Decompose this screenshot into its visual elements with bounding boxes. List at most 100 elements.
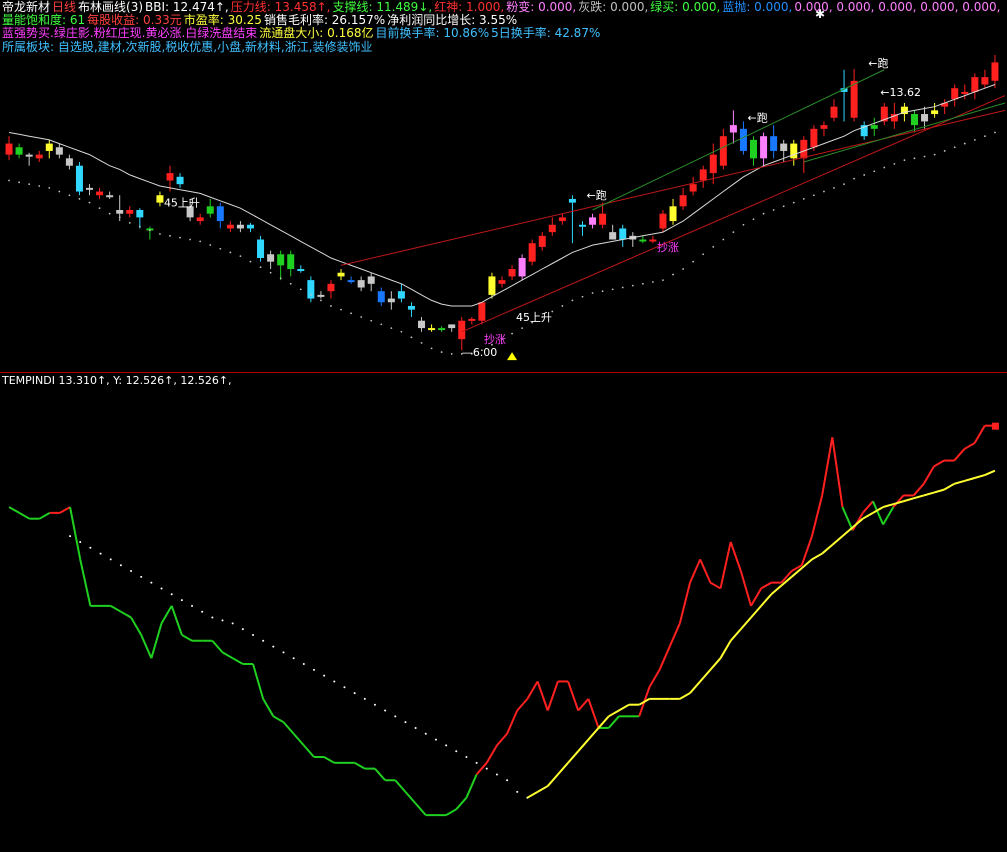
header-field: BBI: 12.474↑, bbox=[145, 0, 229, 14]
indicator-segment bbox=[404, 791, 417, 805]
candle-body bbox=[5, 143, 13, 155]
indicator-segment bbox=[587, 698, 600, 729]
candle-body bbox=[739, 128, 747, 151]
band-dot bbox=[320, 299, 322, 302]
header-field: 支撑线: 11.489↓, bbox=[332, 0, 433, 14]
y-line-segment bbox=[882, 503, 894, 509]
candle-body bbox=[850, 80, 858, 118]
header-field: 蓝抛: 0.000, bbox=[722, 0, 793, 14]
indicator-segment bbox=[394, 779, 407, 793]
header-field: 灰跌: 0.000, bbox=[578, 0, 649, 14]
candle-body bbox=[206, 206, 214, 214]
band-dot bbox=[933, 153, 936, 156]
band-dot bbox=[410, 336, 413, 339]
band-dot bbox=[953, 146, 956, 149]
y-line-dot bbox=[69, 535, 72, 538]
y-line-segment bbox=[974, 474, 986, 479]
y-line-dot bbox=[373, 703, 376, 706]
indicator-segment bbox=[414, 802, 427, 816]
y-line-dot bbox=[445, 744, 448, 747]
indicator-segment bbox=[374, 767, 386, 781]
header-row-3: 蓝强势买.绿庄影.粉红庄现.黄必涨.白绿洗盘结束 流通盘大小: 0.168亿 目前换… bbox=[2, 26, 602, 40]
run-label: ←跑 bbox=[868, 56, 888, 70]
candle-body bbox=[931, 110, 939, 115]
indicator-segment bbox=[292, 733, 305, 747]
band-dot bbox=[652, 281, 654, 283]
band-dot bbox=[631, 284, 634, 287]
y-line-segment bbox=[943, 482, 955, 491]
band-dot bbox=[239, 255, 242, 258]
candle-body bbox=[951, 88, 959, 100]
band-dot bbox=[249, 260, 252, 263]
candle-body bbox=[921, 114, 929, 122]
candle-body bbox=[15, 147, 23, 155]
y-line-segment bbox=[953, 479, 965, 485]
indicator-segment bbox=[709, 581, 722, 590]
candle-body bbox=[498, 280, 506, 284]
candle-body bbox=[267, 254, 275, 262]
candle-body bbox=[578, 224, 586, 227]
y-line-segment bbox=[811, 552, 823, 561]
band-dot bbox=[340, 308, 342, 311]
candle-body bbox=[478, 302, 486, 321]
y-line-dot bbox=[140, 575, 143, 578]
indicator-segment bbox=[668, 622, 681, 647]
candle-body bbox=[619, 228, 627, 240]
band-dot bbox=[662, 279, 664, 282]
indicator-segment bbox=[851, 512, 864, 531]
indicator-segment bbox=[496, 733, 508, 747]
band-dot bbox=[752, 218, 755, 221]
indicator-segment bbox=[69, 506, 82, 560]
indicator-segment bbox=[699, 558, 712, 584]
band-dot bbox=[450, 353, 453, 355]
indicator-segment bbox=[862, 500, 874, 514]
candle-body bbox=[55, 147, 63, 155]
candle-body bbox=[25, 154, 33, 157]
y-line-dot bbox=[465, 756, 468, 758]
indicator-segment bbox=[120, 610, 132, 619]
candle-body bbox=[599, 213, 607, 225]
band-dot bbox=[98, 207, 101, 210]
rise-label: 45上升 bbox=[164, 197, 200, 210]
y-line-segment bbox=[893, 500, 904, 506]
band-dot bbox=[360, 316, 363, 318]
y-line-segment bbox=[689, 680, 701, 694]
candle-body bbox=[709, 154, 717, 174]
band-dot bbox=[400, 330, 403, 333]
indicator-segment bbox=[262, 698, 275, 717]
y-line-dot bbox=[434, 738, 437, 741]
band-dot bbox=[833, 186, 835, 189]
band-dot bbox=[229, 251, 232, 254]
candle-body bbox=[307, 280, 315, 299]
y-line-segment bbox=[557, 762, 569, 776]
y-line-dot bbox=[282, 651, 285, 654]
indicator-segment bbox=[475, 762, 488, 776]
band-dot bbox=[742, 223, 745, 226]
y-line-dot bbox=[414, 726, 417, 729]
header-row-2: 量能饱和度: 61 每股收益: 0.33元 市盈率: 30.25 销售毛利率: 26.… bbox=[2, 13, 519, 27]
header-field: 布林画线(3) bbox=[78, 0, 144, 14]
header-field: 净利润同比增长: 3.55% bbox=[387, 13, 518, 27]
y-line-segment bbox=[699, 669, 712, 683]
header-field: 红神: 1.000, bbox=[434, 0, 505, 14]
band-dot bbox=[712, 246, 715, 248]
candle-body bbox=[719, 136, 727, 166]
indicator-segment bbox=[963, 442, 976, 450]
gap-label: 抄涨 bbox=[484, 332, 506, 346]
y-line-segment bbox=[577, 738, 590, 752]
band-dot bbox=[994, 131, 996, 134]
indicator-segment bbox=[831, 437, 844, 508]
candle-body bbox=[468, 318, 476, 321]
y-line-segment bbox=[984, 469, 996, 477]
candle-body bbox=[830, 106, 838, 118]
header-field: 流通盘大小: 0.168亿 bbox=[259, 26, 374, 40]
chart-canvas[interactable]: ←跑←跑←跑45上升45上升—6.00←13.62抄涨抄涨✱ bbox=[0, 0, 1007, 852]
candle-body bbox=[397, 291, 405, 299]
y-line-dot bbox=[363, 697, 366, 700]
band-dot bbox=[380, 323, 383, 326]
y-line-dot bbox=[506, 779, 509, 782]
y-line-dot bbox=[516, 790, 519, 793]
indicator-segment bbox=[79, 559, 92, 607]
band-dot bbox=[370, 319, 373, 322]
header-field: 压力线: 13.458↑, bbox=[230, 0, 331, 14]
